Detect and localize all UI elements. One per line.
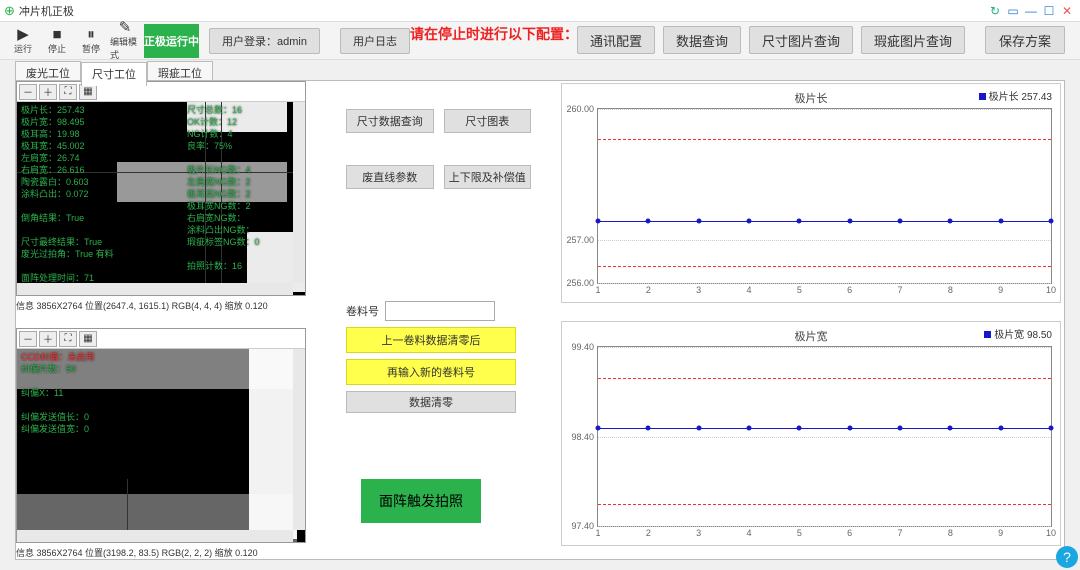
chart-plot-area: 256.00257.00260.0012345678910 <box>597 108 1052 284</box>
app-icon: ⊕ <box>4 3 15 19</box>
maximize-icon[interactable]: ☐ <box>1040 4 1058 18</box>
chart-title: 极片长 <box>795 90 828 106</box>
mid-controls: 尺寸数据查询 尺寸图表 废直线参数 上下限及补偿值 卷料号 上一卷料数据清零后 … <box>346 109 531 413</box>
chart-title: 极片宽 <box>795 328 828 344</box>
roll-number-input[interactable] <box>385 301 495 321</box>
scrollbar-h[interactable] <box>17 530 293 542</box>
image-viewer-top: － ＋ ⛶ ▦ 极片长：257.43 极片宽：98.495 极耳高：19.98 … <box>16 81 306 296</box>
refresh-icon[interactable]: ↻ <box>986 4 1004 18</box>
overlay-correction: CCD纠偏：未启用 纠偏片数：50 纠偏X：11 纠偏发送值长：0 纠偏发送值宽… <box>21 351 95 435</box>
defect-image-query-button[interactable]: 瑕疵图片查询 <box>861 26 965 54</box>
viewer-bot-info: 信息 3856X2764 位置(3198.2, 83.5) RGB(2, 2, … <box>16 546 306 559</box>
chart-legend: 极片宽 98.50 <box>984 326 1052 341</box>
tab-size[interactable]: 尺寸工位 <box>81 62 147 86</box>
zoom-out-icon[interactable]: － <box>19 84 37 100</box>
window-title: 冲片机正极 <box>19 3 74 19</box>
image-viewer-bottom: － ＋ ⛶ ▦ CCD纠偏：未启用 纠偏片数：50 纠偏X：11 纠偏发送值长：… <box>16 328 306 543</box>
help-bubble-icon[interactable]: ? <box>1056 546 1078 568</box>
chart-legend: 极片长 257.43 <box>979 88 1052 103</box>
viewer-top-image[interactable]: 极片长：257.43 极片宽：98.495 极耳高：19.98 极耳宽：45.0… <box>17 102 305 295</box>
user-log-button[interactable]: 用户日志 <box>340 28 410 54</box>
viewer-top-toolbar: － ＋ ⛶ ▦ <box>17 82 305 102</box>
yellow-hint-1: 上一卷料数据清零后 <box>346 327 516 353</box>
clear-data-button[interactable]: 数据清零 <box>346 391 516 413</box>
edit-mode-button[interactable]: ✎编辑模式 <box>110 20 140 61</box>
fit-icon[interactable]: ⛶ <box>59 84 77 100</box>
waste-line-params-button[interactable]: 废直线参数 <box>346 165 434 189</box>
yellow-hint-2: 再输入新的卷料号 <box>346 359 516 385</box>
scrollbar-v[interactable] <box>293 349 305 530</box>
size-data-query-button[interactable]: 尺寸数据查询 <box>346 109 434 133</box>
scrollbar-h[interactable] <box>17 283 293 295</box>
minimize-icon[interactable]: — <box>1022 4 1040 18</box>
overlay-measure-right: 尺寸总数：16 OK计数：12 NG计数：4 良率：75% 极片长NG数：4 左… <box>187 104 260 272</box>
run-button[interactable]: ▶运行 <box>8 27 38 55</box>
actual-size-icon[interactable]: ▦ <box>79 331 97 347</box>
limits-button[interactable]: 上下限及补偿值 <box>444 165 532 189</box>
viewer-bot-toolbar: － ＋ ⛶ ▦ <box>17 329 305 349</box>
comm-config-button[interactable]: 通讯配置 <box>577 26 655 54</box>
chart-plot-area: 97.4098.4099.4012345678910 <box>597 346 1052 527</box>
right-top-buttons: 通讯配置 数据查询 尺寸图片查询 瑕疵图片查询 保存方案 <box>577 26 1065 54</box>
scrollbar-v[interactable] <box>293 102 305 283</box>
user-login-button[interactable]: 用户登录：admin <box>209 28 320 54</box>
pause-button[interactable]: ⏸暂停 <box>76 27 106 55</box>
roll-number-label: 卷料号 <box>346 303 379 319</box>
run-status-badge: 正极运行中 <box>144 24 199 58</box>
viewer-top-info: 信息 3856X2764 位置(2647.4, 1615.1) RGB(4, 4… <box>16 299 306 312</box>
tab-body: － ＋ ⛶ ▦ 极片长：257.43 极片宽：98.495 极耳高：19.98 … <box>15 80 1065 560</box>
fit-icon[interactable]: ⛶ <box>59 331 77 347</box>
size-chart-button[interactable]: 尺寸图表 <box>444 109 532 133</box>
chart-piece-width: 极片宽 极片宽 98.50 97.4098.4099.4012345678910 <box>561 321 1061 546</box>
close-icon[interactable]: ✕ <box>1058 4 1076 18</box>
save-scheme-button[interactable]: 保存方案 <box>985 26 1065 54</box>
zoom-in-icon[interactable]: ＋ <box>39 84 57 100</box>
data-query-button[interactable]: 数据查询 <box>663 26 741 54</box>
titlebar: ⊕ 冲片机正极 ↻ ▭ — ☐ ✕ <box>0 0 1080 22</box>
area-trigger-photo-button[interactable]: 面阵触发拍照 <box>361 479 481 523</box>
stop-button[interactable]: ■停止 <box>42 27 72 55</box>
zoom-out-icon[interactable]: － <box>19 331 37 347</box>
chart-piece-length: 极片长 极片长 257.43 256.00257.00260.001234567… <box>561 83 1061 303</box>
zoom-in-icon[interactable]: ＋ <box>39 331 57 347</box>
size-image-query-button[interactable]: 尺寸图片查询 <box>749 26 853 54</box>
settings-icon[interactable]: ▭ <box>1004 4 1022 18</box>
viewer-bot-image[interactable]: CCD纠偏：未启用 纠偏片数：50 纠偏X：11 纠偏发送值长：0 纠偏发送值宽… <box>17 349 305 542</box>
stop-config-banner: 请在停止时进行以下配置： <box>410 24 578 44</box>
overlay-measure-left: 极片长：257.43 极片宽：98.495 极耳高：19.98 极耳宽：45.0… <box>21 104 114 284</box>
